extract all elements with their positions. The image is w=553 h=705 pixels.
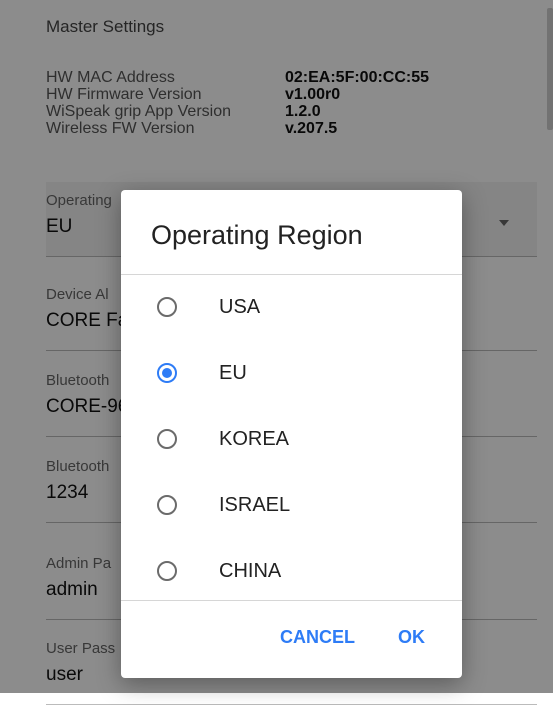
divider [121, 274, 462, 275]
dialog-title: Operating Region [151, 220, 363, 250]
divider [121, 600, 462, 601]
option-usa[interactable]: USA [121, 276, 462, 342]
radio-unchecked-icon[interactable] [157, 561, 177, 581]
option-label: ISRAEL [219, 494, 291, 516]
option-label: CHINA [219, 560, 282, 582]
radio-unchecked-icon[interactable] [157, 495, 177, 515]
option-china[interactable]: CHINA [121, 540, 462, 606]
radio-checked-icon[interactable] [157, 363, 177, 383]
option-label: USA [219, 296, 261, 318]
ok-button[interactable]: OK [398, 627, 425, 648]
option-label: KOREA [219, 428, 290, 450]
option-label: EU [219, 362, 247, 384]
option-eu[interactable]: EU [121, 342, 462, 408]
radio-unchecked-icon[interactable] [157, 429, 177, 449]
option-korea[interactable]: KOREA [121, 408, 462, 474]
operating-region-dialog: Operating Region USA EU KOREA ISRAEL CHI… [121, 190, 462, 678]
option-israel[interactable]: ISRAEL [121, 474, 462, 540]
radio-unchecked-icon[interactable] [157, 297, 177, 317]
cancel-button[interactable]: CANCEL [280, 627, 355, 648]
